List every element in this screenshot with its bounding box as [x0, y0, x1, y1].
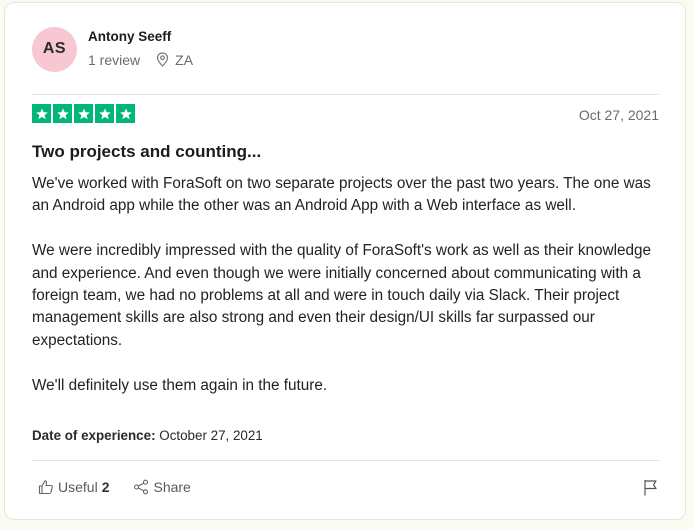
divider [31, 94, 659, 95]
share-icon [134, 479, 149, 495]
reviewer-header: AS Antony Seeff 1 review ZA [32, 26, 193, 72]
share-label: Share [153, 479, 191, 495]
avatar[interactable]: AS [32, 26, 77, 72]
review-title[interactable]: Two projects and counting... [32, 142, 261, 162]
location-text: ZA [175, 51, 194, 68]
review-paragraph: We were incredibly impressed with the qu… [32, 242, 652, 349]
star-icon [32, 104, 51, 123]
experience-label: Date of experience: [32, 428, 156, 443]
divider [31, 460, 659, 461]
thumbs-up-icon [38, 480, 53, 495]
location-pin-icon [157, 52, 169, 67]
useful-count: 2 [101, 479, 110, 495]
star-icon [95, 104, 114, 123]
star-icon [74, 104, 93, 123]
review-body: We've worked with ForaSoft on two separa… [32, 173, 662, 397]
useful-button[interactable]: Useful 2 [38, 479, 109, 495]
flag-icon [644, 480, 657, 496]
reviewer-name[interactable]: Antony Seeff [88, 29, 193, 44]
star-icon [53, 104, 72, 123]
star-icon [116, 104, 135, 123]
experience-date: October 27, 2021 [159, 428, 263, 443]
date-of-experience: Date of experience: October 27, 2021 [32, 428, 263, 443]
useful-label: Useful [58, 479, 98, 495]
reviewer-location: ZA [156, 52, 193, 68]
share-button[interactable]: Share [133, 479, 191, 495]
review-paragraph: We've worked with ForaSoft on two separa… [32, 175, 651, 215]
review-date: Oct 27, 2021 [578, 107, 659, 123]
star-rating [32, 104, 135, 123]
reviewer-info: Antony Seeff 1 review ZA [88, 29, 193, 68]
review-actions: Useful 2 Share [38, 479, 191, 495]
reviewer-meta: 1 review ZA [88, 52, 193, 68]
review-count: 1 review [88, 51, 141, 68]
review-card: AS Antony Seeff 1 review ZA Oct 27, 2021… [4, 2, 686, 520]
report-button[interactable] [643, 479, 658, 501]
review-paragraph: We'll definitely use them again in the f… [32, 376, 328, 394]
